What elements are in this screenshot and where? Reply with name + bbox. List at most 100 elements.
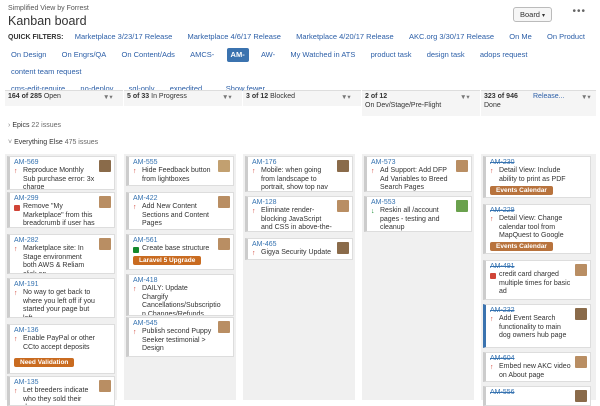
epic-label[interactable]: Events Calendar [490,242,553,251]
quick-filter-chip[interactable]: AW- [258,48,278,62]
quick-filter-chip[interactable]: My Watched in ATS [287,48,358,62]
board-menu-button[interactable]: Board ▾ [512,7,552,22]
issue-key[interactable]: AM-176 [252,159,277,166]
issue-card[interactable]: AM-136 ↑ Enable PayPal or other CCto acc… [7,324,115,374]
avatar [337,160,349,172]
quick-filter-chip[interactable]: Marketplace 4/20/17 Release [293,30,397,44]
swimlane-everything-else[interactable]: ˅ Everything Else 475 issues [8,139,98,146]
issue-card[interactable]: AM-422 ↑ Add New Content Sections and Co… [126,192,234,230]
issue-card[interactable]: AM-128 ↑ Eliminate render-blocking JavaS… [245,196,353,232]
chevron-down-icon: ▾ [541,13,545,19]
issue-card[interactable]: AM-491 credit card charged multiple time… [483,260,591,300]
filter-icon[interactable]: ▼▾ [581,93,591,101]
column-name: Done [484,102,501,109]
issue-key[interactable]: AM-491 [490,263,515,270]
epic-label[interactable]: Events Calendar [490,186,553,195]
issue-key[interactable]: AM-604 [490,355,515,362]
quick-filter-chip[interactable]: Marketplace 3/23/17 Release [72,30,176,44]
issue-card[interactable]: AM-569 ↑ Reproduce Monthly Sub purchase … [7,156,115,190]
quick-filter-chip[interactable]: AKC.org 3/30/17 Release [406,30,497,44]
issue-summary: DAILY: Update Chargify Cancellations/Sub… [142,285,221,316]
issue-key[interactable]: AM-569 [14,159,39,166]
release-link[interactable]: Release... [533,93,565,100]
quick-filters: QUICK FILTERS: Marketplace 3/23/17 Relea… [8,28,596,97]
column-count: 164 of 285 [8,93,42,100]
column-header-done: 323 of 946 Done Release... ▼▾ [481,90,596,116]
issue-card[interactable]: AM-299 Remove "My Marketplace" from this… [7,192,115,228]
issue-summary: Enable PayPal or other CCto accept depos… [23,335,95,351]
issue-key[interactable]: AM-553 [371,199,396,206]
swimlane-name: Everything Else [14,139,63,146]
issue-card[interactable]: AM-282 ↑ Marketplace site: In Stage envi… [7,234,115,274]
epic-label[interactable]: Need Validation [14,358,75,367]
issue-card[interactable]: AM-561 Create base structure Laravel 5 U… [126,234,234,270]
issue-key[interactable]: AM-422 [133,195,158,202]
issue-card[interactable]: AM-573 ↑ Ad Support: Add DFP Ad Variable… [364,156,472,192]
issue-key[interactable]: AM-545 [133,320,158,327]
filter-icon[interactable]: ▼▾ [460,93,470,101]
quick-filter-chip[interactable]: On Me [506,30,535,44]
quick-filter-chip[interactable]: Marketplace 4/6/17 Release [185,30,284,44]
issue-key[interactable]: AM-135 [14,379,39,386]
board-title: Kanban board [8,14,87,28]
filter-icon[interactable]: ▼▾ [222,93,232,101]
priority-up-icon: ↑ [371,168,375,175]
more-options-icon[interactable]: ••• [572,6,586,17]
issue-card[interactable]: AM-176 ↑ Mobile: when going from landsca… [245,156,353,192]
issue-summary: Let breeders indicate who they sold thei… [23,387,89,405]
avatar [218,238,230,250]
chevron-right-icon: › [8,122,11,129]
avatar [575,264,587,276]
issue-card[interactable]: AM-604 ↑ Embed new AKC video on About pa… [483,352,591,382]
priority-up-icon: ↑ [14,246,18,253]
issue-card[interactable]: AM-545 ↑ Publish second Puppy Seeker tes… [126,317,234,357]
quick-filter-chip-active[interactable]: AM- [226,48,249,62]
issue-key[interactable]: AM-465 [252,241,277,248]
swimlane-count: 475 issues [64,139,99,146]
issue-card-selected[interactable]: AM-232 ↑ Add Event Search functionality … [483,304,591,348]
epic-label[interactable]: Laravel 5 Upgrade [133,256,202,265]
avatar [575,390,587,402]
issue-card[interactable]: AM-135 ↑ Let breeders indicate who they … [7,376,115,406]
quick-filter-chip[interactable]: On Content/Ads [119,48,178,62]
issue-key[interactable]: AM-230 [490,159,515,166]
swimlane-epics[interactable]: › Epics 22 issues [8,122,61,129]
issue-key[interactable]: AM-561 [133,237,158,244]
issue-key[interactable]: AM-191 [14,281,39,288]
quick-filter-chip[interactable]: content team request [8,65,84,79]
issue-card[interactable]: AM-418 ↑ DAILY: Update Chargify Cancella… [126,274,234,316]
filter-icon[interactable]: ▼▾ [341,93,351,101]
column-open: AM-569 ↑ Reproduce Monthly Sub purchase … [5,154,117,406]
issue-card[interactable]: AM-465 ↑ Gigya Security Update [245,238,353,260]
issue-summary: Add Event Search functionality to main d… [499,315,567,339]
issue-summary: Reskin all /account pages - testing and … [380,207,440,231]
issue-key[interactable]: AM-418 [133,277,158,284]
issue-card[interactable]: AM-229 ↑ Detail View: Change calendar to… [483,204,591,254]
issue-key[interactable]: AM-556 [490,389,515,396]
quick-filter-chip[interactable]: design task [424,48,468,62]
issue-card[interactable]: AM-556 [483,386,591,406]
issue-key[interactable]: AM-232 [490,307,515,314]
filter-icon[interactable]: ▼▾ [103,93,113,101]
issue-key[interactable]: AM-299 [14,195,39,202]
column-count: 3 of 12 [246,93,269,100]
issue-key[interactable]: AM-128 [252,199,277,206]
quick-filter-chip[interactable]: product task [368,48,415,62]
quick-filter-chip[interactable]: AMCS- [187,48,217,62]
issue-key[interactable]: AM-229 [490,207,515,214]
issue-key[interactable]: AM-573 [371,159,396,166]
issue-key[interactable]: AM-136 [14,327,39,334]
quick-filter-chip[interactable]: On Engrs/QA [59,48,110,62]
quick-filter-chip[interactable]: On Design [8,48,49,62]
quick-filter-chip[interactable]: adops request [477,48,531,62]
column-name: On Dev/Stage/Pre-Flight [365,102,442,109]
issue-key[interactable]: AM-282 [14,237,39,244]
issue-card[interactable]: AM-555 ↑ Hide Feedback button from light… [126,156,234,186]
issue-card[interactable]: AM-230 ↑ Detail View: Include ability to… [483,156,591,198]
issue-card[interactable]: AM-191 ↑ No way to get back to where you… [7,278,115,318]
issue-summary: Ad Support: Add DFP Ad Variables to Bree… [380,167,448,191]
issue-summary: Hide Feedback button from lightboxes [142,167,211,183]
issue-key[interactable]: AM-555 [133,159,158,166]
issue-card[interactable]: AM-553 ↓ Reskin all /account pages - tes… [364,196,472,232]
quick-filter-chip[interactable]: On Product [544,30,588,44]
